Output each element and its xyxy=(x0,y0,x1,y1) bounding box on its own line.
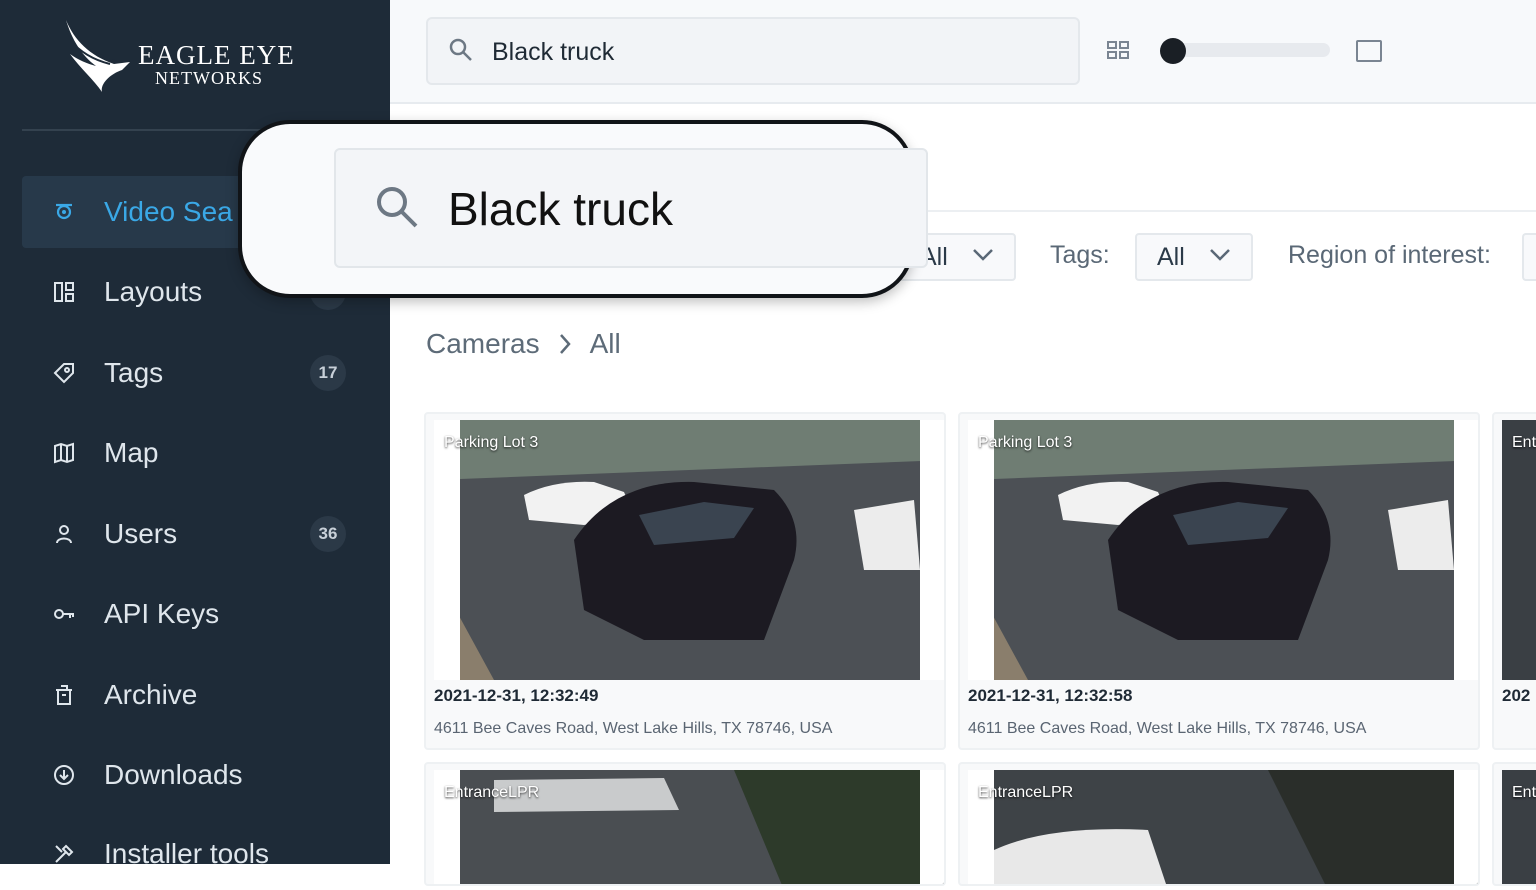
result-card[interactable]: Parking Lot 3 2021-12-31, 12:32:49 4611 … xyxy=(424,412,946,750)
eagle-eye-logo[interactable]: EAGLE EYE NETWORKS xyxy=(60,18,300,98)
search-icon xyxy=(374,184,420,235)
tag-icon xyxy=(50,359,78,387)
camera-name: Ent xyxy=(1512,434,1536,451)
sidebar-item-label: Map xyxy=(104,437,159,468)
thumbnail-size-slider[interactable] xyxy=(1162,43,1330,57)
camera-thumbnail[interactable]: EntranceLPR xyxy=(968,770,1478,884)
region-filter-select[interactable] xyxy=(1522,233,1536,281)
sidebar-item-label: Installer tools xyxy=(104,838,269,869)
tags-filter-select[interactable]: All xyxy=(1135,233,1253,281)
camera-name: Ent xyxy=(1512,784,1536,801)
brand-name: EAGLE EYE xyxy=(138,40,295,70)
more-options-icon[interactable] xyxy=(1462,432,1468,453)
chevron-down-icon xyxy=(972,248,994,267)
tags-filter-label: Tags: xyxy=(1050,241,1110,269)
parking-scene-image xyxy=(434,420,944,680)
result-card[interactable]: Ent xyxy=(1492,762,1536,886)
single-view-icon[interactable] xyxy=(1356,40,1382,62)
sidebar-item-map[interactable]: Map xyxy=(22,417,367,489)
select-value: All xyxy=(1157,242,1185,271)
timestamp: 202 xyxy=(1502,686,1531,705)
parking-scene-image xyxy=(968,420,1478,680)
camera-icon xyxy=(50,198,78,226)
grid-icon[interactable] xyxy=(1106,38,1130,67)
sidebar-item-label: API Keys xyxy=(104,598,220,629)
sidebar-item-label: Archive xyxy=(104,679,198,710)
sidebar-item-label: Users xyxy=(104,518,178,549)
chevron-down-icon xyxy=(1209,248,1231,267)
user-icon xyxy=(50,520,78,548)
count-badge: 17 xyxy=(310,355,346,391)
sidebar-item-users[interactable]: Users 36 xyxy=(22,498,367,570)
camera-name: Parking Lot 3 xyxy=(444,434,539,451)
breadcrumb-cameras[interactable]: Cameras xyxy=(426,328,540,360)
camera-thumbnail[interactable]: Parking Lot 3 xyxy=(434,420,944,680)
zoomed-search-box: Black truck xyxy=(334,148,928,268)
zoomed-search-text: Black truck xyxy=(448,183,673,235)
result-card[interactable]: EntranceLPR xyxy=(424,762,946,886)
more-options-icon[interactable] xyxy=(1462,782,1468,803)
sidebar-item-api-keys[interactable]: API Keys xyxy=(22,578,367,650)
camera-thumbnail[interactable]: Ent xyxy=(1502,420,1536,680)
camera-name: Parking Lot 3 xyxy=(978,434,1073,451)
sidebar-item-label: Video Sea xyxy=(104,196,233,227)
address: 4611 Bee Caves Road, West Lake Hills, TX… xyxy=(968,720,1367,737)
search-zoom-callout: Black truck xyxy=(238,120,928,298)
chevron-right-icon xyxy=(558,333,572,355)
sidebar-item-label: Layouts xyxy=(104,276,203,307)
camera-name: EntranceLPR xyxy=(978,784,1074,801)
key-icon xyxy=(50,600,78,628)
timestamp: 2021-12-31, 12:32:49 xyxy=(434,686,599,705)
camera-name: EntranceLPR xyxy=(444,784,540,801)
result-card[interactable]: Ent 202 xyxy=(1492,412,1536,750)
map-icon xyxy=(50,439,78,467)
top-bar xyxy=(390,0,1536,104)
result-card[interactable]: EntranceLPR xyxy=(958,762,1480,886)
camera-thumbnail[interactable]: EntranceLPR xyxy=(434,770,944,884)
more-options-icon[interactable] xyxy=(928,782,934,803)
camera-thumbnail[interactable]: Parking Lot 3 xyxy=(968,420,1478,680)
address: 4611 Bee Caves Road, West Lake Hills, TX… xyxy=(434,720,833,737)
archive-icon xyxy=(50,681,78,709)
download-icon xyxy=(50,761,78,789)
search-input[interactable] xyxy=(490,31,1054,73)
sidebar-item-downloads[interactable]: Downloads xyxy=(22,739,367,811)
breadcrumb-current: All xyxy=(589,328,621,359)
search-box[interactable] xyxy=(426,17,1080,85)
slider-handle[interactable] xyxy=(1160,38,1186,64)
sidebar-item-archive[interactable]: Archive xyxy=(22,659,367,731)
count-badge: 36 xyxy=(310,516,346,552)
sidebar-item-tags[interactable]: Tags 17 xyxy=(22,337,367,409)
sidebar-item-label: Tags xyxy=(104,357,164,388)
timestamp: 2021-12-31, 12:32:58 xyxy=(968,686,1133,705)
layouts-icon xyxy=(50,278,78,306)
sidebar-item-label: Downloads xyxy=(104,759,243,790)
more-options-icon[interactable] xyxy=(928,432,934,453)
search-icon xyxy=(448,37,474,68)
region-filter-label: Region of interest: xyxy=(1288,241,1491,269)
brand-subname: NETWORKS xyxy=(155,68,263,88)
result-card[interactable]: Parking Lot 3 2021-12-31, 12:32:58 4611 … xyxy=(958,412,1480,750)
sidebar-item-installer-tools[interactable]: Installer tools xyxy=(22,818,367,890)
eagle-logo-icon xyxy=(66,20,130,92)
camera-thumbnail[interactable]: Ent xyxy=(1502,770,1536,884)
breadcrumb: Cameras All xyxy=(426,326,621,362)
